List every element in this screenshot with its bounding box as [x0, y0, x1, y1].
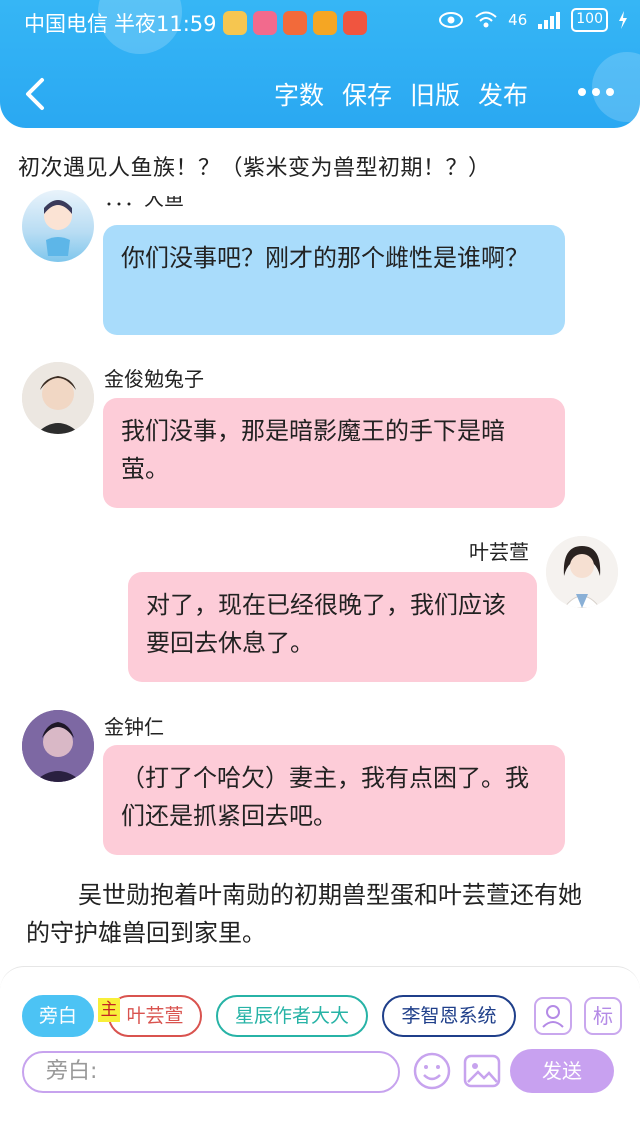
- publish-button[interactable]: 发布: [478, 76, 528, 112]
- image-icon[interactable]: [462, 1051, 502, 1091]
- tag-button[interactable]: 标: [584, 997, 622, 1035]
- chat-bubble: （打了个哈欠）妻主，我有点困了。我们还是抓紧回去吧。: [103, 745, 565, 855]
- sender-name: 金俊勉兔子: [104, 367, 204, 391]
- app-notification-icon: [222, 11, 247, 35]
- chapter-title: 初次遇见人鱼族！？（紫米变为兽型初期！？）: [18, 156, 491, 181]
- chat-bubble: 对了，现在已经很晚了，我们应该要回去休息了。: [128, 572, 537, 682]
- carrier-name: 中国电信: [24, 12, 108, 36]
- chat-bubble: 我们没事，那是暗影魔王的手下是暗萤。: [103, 398, 565, 508]
- wifi-icon: [475, 11, 497, 28]
- avatar[interactable]: [22, 362, 94, 434]
- smiley-icon[interactable]: [412, 1051, 452, 1091]
- network-type: 46: [508, 11, 528, 29]
- header: 中国电信 半夜11:59 46 100 字数 保存 旧版 发布: [0, 0, 640, 128]
- back-icon[interactable]: [22, 76, 50, 112]
- avatar-photo: [546, 536, 618, 608]
- charging-icon: [619, 11, 627, 29]
- role-chip-author[interactable]: 星辰作者大大: [216, 995, 368, 1037]
- app-notification-icon: [342, 11, 367, 35]
- message-input[interactable]: 旁白:: [22, 1051, 400, 1093]
- eye-icon: [439, 12, 464, 28]
- narration-paragraph: 吴世勋抱着叶南勋的初期兽型蛋和叶芸萱还有她的守护雄兽回到家里。: [26, 881, 582, 947]
- avatar-photo: [22, 362, 94, 434]
- save-button[interactable]: 保存: [342, 76, 392, 112]
- sender-name: ：：：大鱼: [104, 196, 184, 210]
- main-role-badge: 主: [98, 998, 120, 1022]
- app-notification-icon: [252, 11, 277, 35]
- sender-name: 叶芸萱: [469, 540, 529, 564]
- contact-button[interactable]: [534, 997, 572, 1035]
- signal-icon: [538, 12, 561, 29]
- role-chip-narration[interactable]: 旁白: [22, 995, 94, 1037]
- status-time: 半夜11:59: [114, 12, 217, 36]
- old-version-button[interactable]: 旧版: [410, 76, 460, 112]
- app-notification-icon: [312, 11, 337, 35]
- app-notification-icon: [282, 11, 307, 35]
- battery-level: 100: [571, 8, 608, 32]
- sender-name: 金钟仁: [104, 715, 164, 739]
- more-icon[interactable]: [576, 82, 616, 102]
- status-bar: 中国电信 半夜11:59 46 100: [0, 0, 640, 44]
- role-chip-system[interactable]: 李智恩系统: [382, 995, 516, 1037]
- word-count-button[interactable]: 字数: [274, 76, 324, 112]
- avatar-photo: [22, 710, 94, 782]
- top-nav: 字数 保存 旧版 发布: [0, 64, 640, 124]
- send-button[interactable]: 发送: [510, 1049, 614, 1093]
- avatar[interactable]: [546, 536, 618, 608]
- composer-panel: 旁白 叶芸萱 星辰作者大大 李智恩系统 标 旁白: 发送: [0, 966, 640, 1138]
- avatar[interactable]: [22, 710, 94, 782]
- avatar[interactable]: [22, 190, 94, 262]
- role-chip-ye-yunxuan[interactable]: 叶芸萱: [108, 995, 202, 1037]
- avatar-illustration: [44, 200, 72, 256]
- chat-row-clip: ：：：大鱼: [0, 196, 640, 220]
- person-icon: [542, 1005, 564, 1028]
- chat-bubble: 你们没事吧？刚才的那个雌性是谁啊？: [103, 225, 565, 335]
